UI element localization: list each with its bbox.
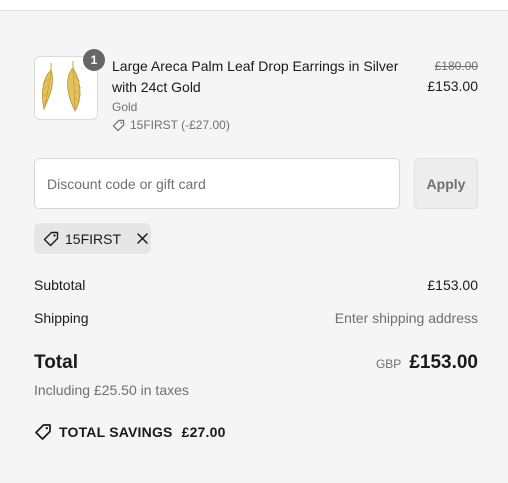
currency-code: GBP [375,357,402,371]
subtotal-label: Subtotal [34,277,86,293]
product-variant: Gold [112,100,138,114]
applied-discount-code: 15FIRST [65,230,122,247]
total-savings: TOTAL SAVINGS £27.00 [34,423,226,441]
taxes-note: Including £25.50 in taxes [34,382,189,398]
remove-discount-button[interactable] [134,231,150,247]
close-icon [136,233,148,244]
tag-icon [35,424,51,440]
total-label: Total [34,352,78,373]
header-divider [0,0,508,11]
total-savings-label: TOTAL SAVINGS [59,424,173,440]
tag-icon [43,231,59,246]
line-item-discount: 15FIRST (-£27.00) [112,118,230,132]
shipping-label: Shipping [34,310,89,326]
product-title: Large Areca Palm Leaf Drop Earrings in S… [112,58,399,95]
line-item-discount-text: 15FIRST (-£27.00) [130,118,230,132]
total-savings-value: £27.00 [181,424,226,440]
tag-icon [112,119,125,131]
shipping-value: Enter shipping address [334,310,478,326]
subtotal-value: £153.00 [427,277,478,293]
line-item-price: £153.00 [427,78,478,94]
total-price: GBP £153.00 [376,352,478,374]
compare-at-price: £180.00 [434,59,478,73]
total-row: Total GBP £153.00 [34,350,478,376]
total-value: £153.00 [409,352,478,373]
discount-code-input[interactable] [34,158,400,209]
discount-form: Apply [34,158,478,209]
quantity-badge: 1 [83,49,105,71]
applied-discount-chip: 15FIRST [34,223,151,254]
apply-button[interactable]: Apply [414,158,478,209]
shipping-row: Shipping Enter shipping address [34,309,478,327]
subtotal-row: Subtotal £153.00 [34,276,478,294]
